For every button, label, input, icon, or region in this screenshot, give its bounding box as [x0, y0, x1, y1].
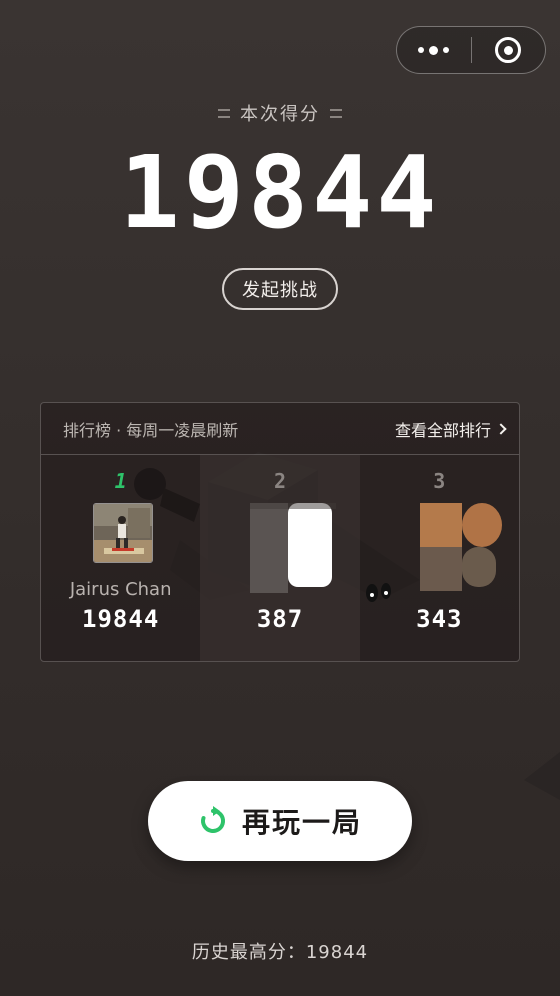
chevron-right-icon	[495, 422, 507, 435]
play-again-button[interactable]: 再玩一局	[148, 781, 412, 861]
player-name: Jairus Chan	[69, 579, 172, 600]
miniprogram-capsule	[396, 26, 546, 74]
view-all-label: 查看全部排行	[394, 420, 491, 440]
leaderboard-header: 排行榜 · 每周一凌晨刷新 查看全部排行	[41, 403, 519, 455]
avatar-blurred	[419, 503, 506, 595]
leaderboard-entry[interactable]: 3 343	[360, 455, 519, 661]
rank-number: 1	[114, 469, 127, 493]
equals-decoration-left	[218, 108, 230, 118]
leaderboard-entry[interactable]: 1 Jairus Chan 19844	[41, 455, 200, 661]
history-best-score: 历史最高分：19844	[191, 942, 369, 963]
leaderboard-title: 排行榜 · 每周一凌晨刷新	[63, 420, 239, 440]
leaderboard-entries: 1 Jairus Chan 19844 2 387 3 343	[41, 455, 519, 661]
target-circle-icon	[495, 37, 522, 63]
score-label: 本次得分	[240, 104, 320, 125]
rank-number: 3	[433, 469, 446, 493]
challenge-button[interactable]: 发起挑战	[222, 268, 338, 310]
close-button[interactable]	[472, 27, 546, 73]
more-button[interactable]	[397, 27, 471, 73]
leaderboard: 排行榜 · 每周一凌晨刷新 查看全部排行 1 Jairus Chan 19844…	[40, 402, 520, 662]
player-score: 19844	[82, 605, 160, 633]
score-label-row: 本次得分	[0, 100, 560, 126]
rank-number: 2	[273, 469, 287, 493]
leaderboard-entry[interactable]: 2 387	[200, 455, 360, 661]
play-again-label: 再玩一局	[241, 806, 362, 839]
player-score: 343	[416, 605, 463, 633]
refresh-icon	[201, 806, 225, 833]
avatar	[93, 503, 153, 563]
more-dots-icon	[418, 45, 450, 55]
current-score: 19844	[119, 134, 441, 251]
view-all-ranking-link[interactable]: 查看全部排行	[394, 417, 507, 441]
avatar-blurred	[250, 503, 337, 593]
player-score: 387	[256, 605, 304, 633]
equals-decoration-right	[330, 108, 342, 118]
